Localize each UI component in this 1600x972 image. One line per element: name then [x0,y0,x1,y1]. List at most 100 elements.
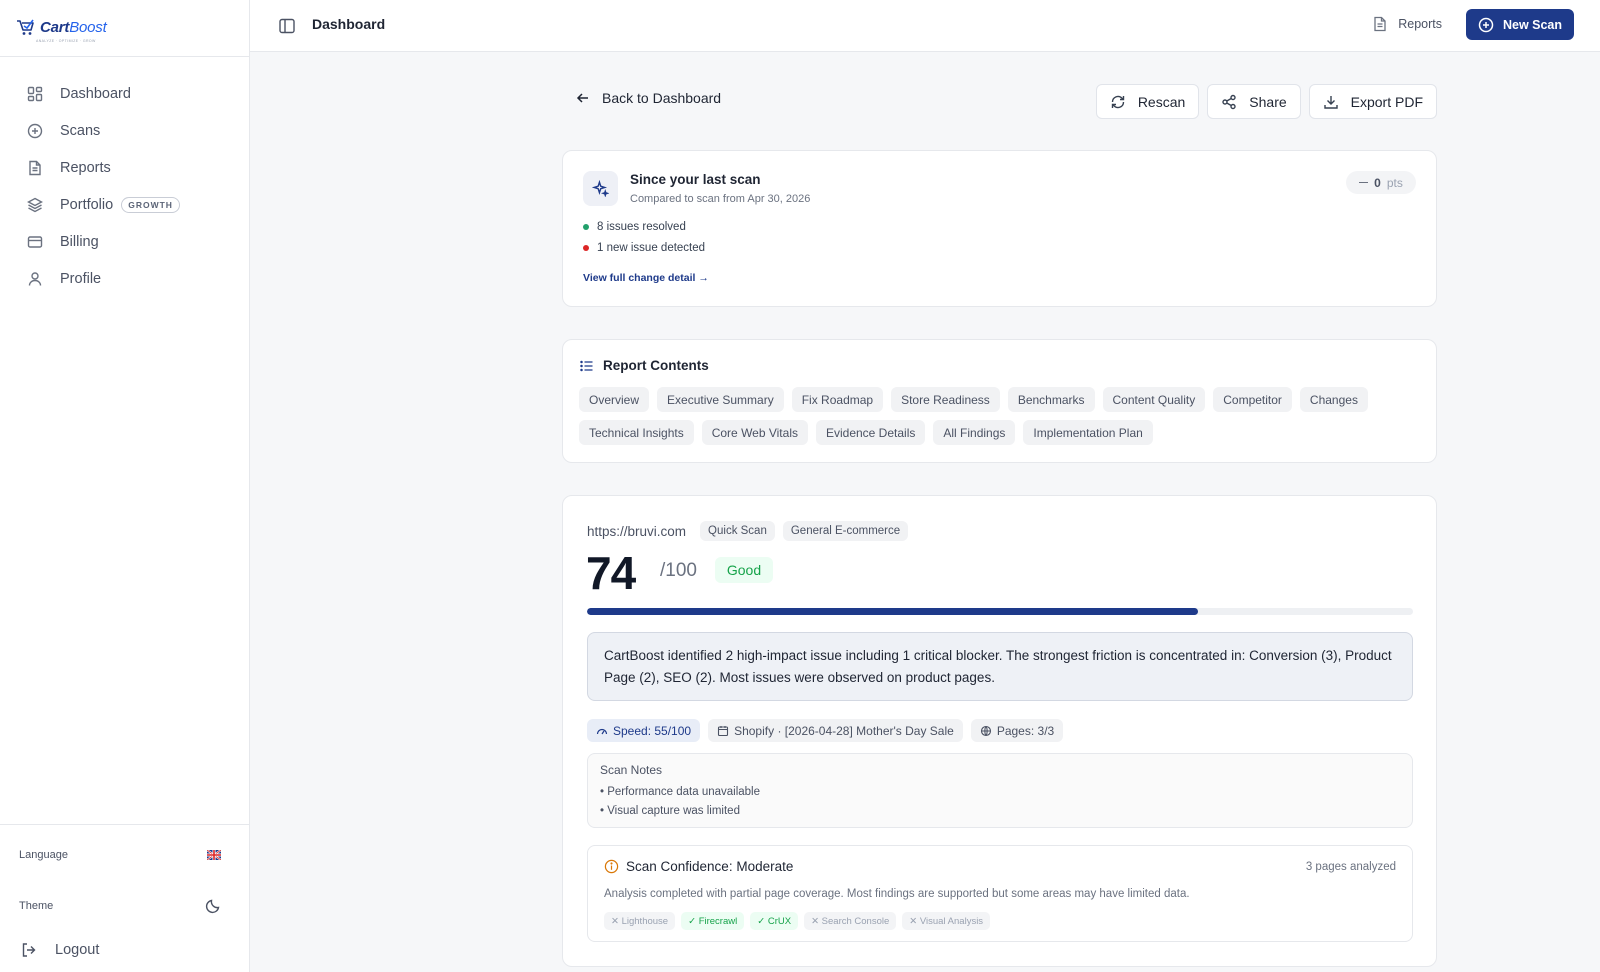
sidebar-item-label: Billing [60,233,99,250]
sidebar-item-label: Profile [60,270,102,287]
sidebar-item-dashboard[interactable]: Dashboard [0,75,249,112]
user-icon [26,270,44,288]
sidebar-item-portfolio[interactable]: Portfolio GROWTH [0,186,249,223]
chip-content-quality[interactable]: Content Quality [1102,387,1206,412]
score-max: /100 [660,560,697,581]
arrow-left-icon [576,93,588,103]
logo-area: CartBoost ANALYZE · OPTIMIZE · GROW [0,0,249,57]
chip-benchmarks[interactable]: Benchmarks [1007,387,1095,412]
source-search-console: ✕ Search Console [804,912,897,930]
speed-text: Speed: 55/100 [613,723,692,738]
green-dot-icon [583,224,589,230]
top-bar: Dashboard Reports New Scan [250,0,1600,52]
sidebar-item-reports[interactable]: Reports [0,149,249,186]
reports-link-label: Reports [1398,17,1442,31]
scan-notes-title: Scan Notes [600,763,663,777]
export-pdf-button[interactable]: Export PDF [1308,84,1437,119]
export-pdf-label: Export PDF [1350,93,1423,110]
logout-label: Logout [55,942,100,958]
info-icon [604,859,619,874]
share-label: Share [1249,93,1287,110]
chip-overview[interactable]: Overview [579,387,650,412]
rescan-button[interactable]: Rescan [1095,84,1200,119]
scan-note-item: • Visual capture was limited [600,805,740,817]
confidence-title: Scan Confidence: Moderate [626,859,794,874]
share-icon [1222,94,1236,109]
theme-label: Theme [19,900,54,912]
scan-meta-row: Speed: 55/100 Shopify · [2026-04-28] Mot… [587,719,1064,742]
sidebar-item-scans[interactable]: Scans [0,112,249,149]
report-contents-title: Report Contents [603,358,709,373]
resolved-text: 8 issues resolved [597,221,686,233]
sidebar-item-label: Reports [60,159,111,176]
sidebar-item-billing[interactable]: Billing [0,223,249,260]
new-scan-label: New Scan [1502,17,1563,32]
theme-row[interactable]: Theme [19,898,221,914]
since-last-scan-card: Since your last scan Compared to scan fr… [562,150,1437,307]
data-sources-row: ✕ Lighthouse ✓ Firecrawl ✓ CrUX ✕ Search… [604,912,991,930]
view-change-detail-link[interactable]: View full change detail → [583,272,709,284]
sidebar-toggle-icon[interactable] [278,17,296,35]
source-crux: ✓ CrUX [750,912,799,930]
sidebar-footer: Language Theme Logout [0,824,249,972]
new-scan-button[interactable]: New Scan [1466,9,1574,40]
pages-chip: Pages: 3/3 [970,719,1064,742]
chip-executive-summary[interactable]: Executive Summary [657,387,784,412]
scan-confidence-box: Scan Confidence: Moderate 3 pages analyz… [587,845,1413,942]
sparkles-icon [583,171,618,206]
back-label: Back to Dashboard [602,90,722,106]
layers-icon [26,196,44,214]
chip-competitor[interactable]: Competitor [1213,387,1292,412]
cart-logo-icon [17,19,34,35]
chip-all-findings[interactable]: All Findings [933,420,1016,445]
chip-evidence-details[interactable]: Evidence Details [815,420,926,445]
confidence-header: Scan Confidence: Moderate [604,859,793,874]
score-value: 74 [586,547,636,599]
chip-technical-insights[interactable]: Technical Insights [579,420,694,445]
source-firecrawl: ✓ Firecrawl [681,912,745,930]
industry-tag: General E-commerce [782,521,909,541]
calendar-icon [718,725,729,736]
reports-link[interactable]: Reports [1372,16,1442,32]
sidebar-nav: Dashboard Scans Reports Portfolio GROWTH [0,57,249,297]
points-unit: pts [1386,175,1403,190]
moon-icon[interactable] [205,898,221,914]
chip-store-readiness[interactable]: Store Readiness [891,387,1000,412]
report-actions: Rescan Share Export PDF [1095,84,1437,119]
minus-icon [1359,181,1369,184]
points-delta-badge: 0 pts [1346,171,1416,194]
chip-core-web-vitals[interactable]: Core Web Vitals [701,420,808,445]
file-text-icon [26,159,44,177]
file-text-icon [1374,16,1386,32]
chip-fix-roadmap[interactable]: Fix Roadmap [791,387,884,412]
pages-text: Pages: 3/3 [996,723,1055,738]
back-to-dashboard-link[interactable]: Back to Dashboard [576,90,721,106]
sidebar-item-label: Portfolio [60,196,114,213]
since-subtitle: Compared to scan from Apr 30, 2026 [630,193,811,205]
language-row[interactable]: Language [19,849,221,861]
since-title: Since your last scan [630,172,761,187]
source-lighthouse: ✕ Lighthouse [604,912,676,930]
sidebar-item-profile[interactable]: Profile [0,260,249,297]
uk-flag-icon[interactable] [207,850,221,860]
red-dot-icon [583,245,589,251]
cartboost-logo[interactable]: CartBoost ANALYZE · OPTIMIZE · GROW [16,19,107,43]
score-summary: CartBoost identified 2 high-impact issue… [587,632,1413,701]
refresh-icon [1111,95,1125,108]
download-icon [1323,95,1338,109]
scan-url-row: https://bruvi.com Quick Scan General E-c… [587,521,909,541]
chip-changes[interactable]: Changes [1299,387,1368,412]
language-label: Language [19,849,68,861]
confidence-description: Analysis completed with partial page cov… [604,888,1190,900]
plus-circle-icon [26,122,44,140]
logout-button[interactable]: Logout [21,942,99,958]
scanned-url[interactable]: https://bruvi.com [587,524,686,539]
scan-notes: Scan Notes • Performance data unavailabl… [587,753,1413,828]
growth-badge: GROWTH [121,196,180,213]
score-rating-badge: Good [715,557,773,583]
rescan-label: Rescan [1137,93,1186,110]
report-contents-header: Report Contents [580,358,709,373]
chip-implementation-plan[interactable]: Implementation Plan [1023,420,1153,445]
plus-circle-icon [1478,17,1494,32]
share-button[interactable]: Share [1207,84,1301,119]
